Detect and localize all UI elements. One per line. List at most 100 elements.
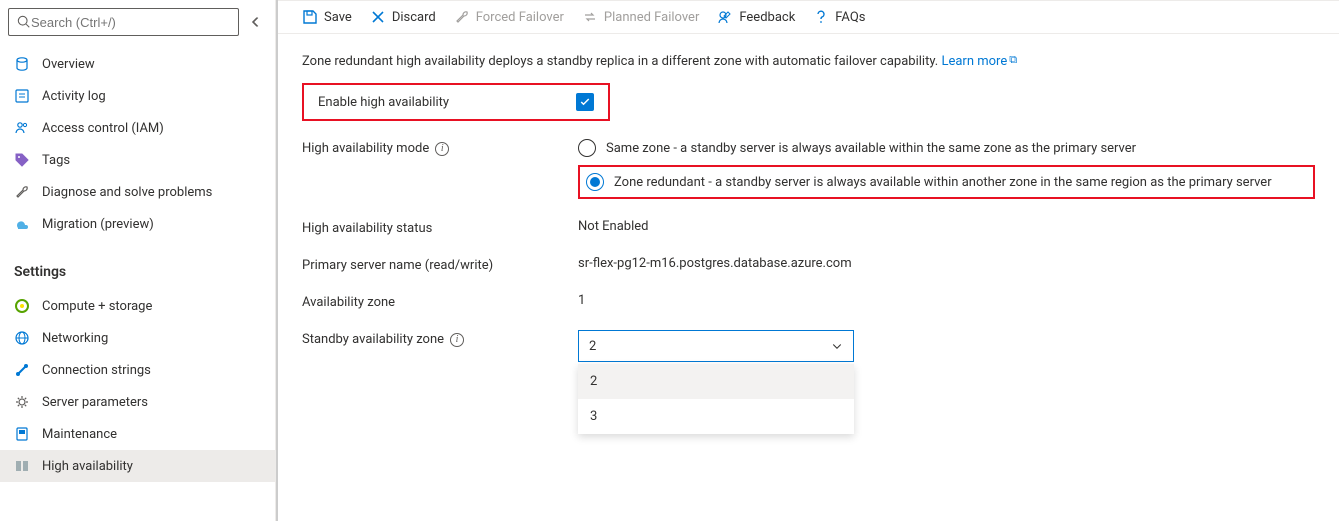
toolbar-label: Forced Failover [476,10,564,25]
toolbar-label: Discard [392,10,436,25]
collapse-sidebar-button[interactable] [247,12,267,32]
sidebar-item-overview[interactable]: Overview [0,48,275,80]
sidebar-item-label: Compute + storage [42,299,152,314]
main-content: Save Discard Forced Failover Planned Fai… [276,0,1339,521]
toolbar-label: Feedback [739,10,795,25]
toolbar-label: Save [324,10,352,25]
ha-status-row: High availability status Not Enabled [302,219,1315,236]
sidebar-item-connection-strings[interactable]: Connection strings [0,354,275,386]
select-option[interactable]: 2 [578,364,854,399]
learn-more-label: Learn more [941,54,1007,69]
compute-icon [14,298,30,314]
chevron-down-icon [831,340,843,352]
search-box[interactable] [8,8,239,36]
learn-more-link[interactable]: Learn more⧉ [941,54,1017,69]
connection-icon [14,362,30,378]
availability-zone-value: 1 [578,293,585,308]
wrench-icon [14,184,30,200]
ha-mode-label: High availability mode i [302,139,578,156]
sidebar-item-compute-storage[interactable]: Compute + storage [0,290,275,322]
forced-failover-button: Forced Failover [454,9,564,25]
standby-zone-label: Standby availability zone i [302,330,578,347]
feedback-icon [717,9,733,25]
log-icon [14,88,30,104]
enable-ha-checkbox[interactable] [576,93,594,111]
nav-list-main: Overview Activity log Access control (IA… [0,44,275,252]
sidebar-item-networking[interactable]: Networking [0,322,275,354]
enable-ha-label: Enable high availability [318,95,449,110]
sidebar-item-label: Migration (preview) [42,217,154,232]
primary-server-label: Primary server name (read/write) [302,256,578,273]
availability-zone-row: Availability zone 1 [302,293,1315,310]
server-icon [14,56,30,72]
ha-icon [14,458,30,474]
sidebar-item-diagnose[interactable]: Diagnose and solve problems [0,176,275,208]
info-icon[interactable]: i [435,142,449,156]
sidebar-item-label: Networking [42,331,108,346]
standby-zone-row: Standby availability zone i 2 2 3 [302,330,1315,434]
radio-label: Zone redundant - a standby server is alw… [614,175,1272,190]
sidebar-item-label: Server parameters [42,395,148,410]
external-link-icon: ⧉ [1009,53,1017,66]
faqs-button[interactable]: FAQs [813,9,865,25]
sidebar-item-label: Tags [42,153,70,168]
standby-zone-select[interactable]: 2 [578,330,854,362]
enable-ha-row: Enable high availability [302,83,610,121]
sidebar-item-maintenance[interactable]: Maintenance [0,418,275,450]
swap-icon [582,9,598,25]
standby-zone-control: 2 2 3 [578,330,854,434]
discard-button[interactable]: Discard [370,9,436,25]
save-button[interactable]: Save [302,9,352,25]
sidebar-item-label: Diagnose and solve problems [42,185,212,200]
planned-failover-button: Planned Failover [582,9,699,25]
toolbar: Save Discard Forced Failover Planned Fai… [278,0,1339,34]
failover-icon [454,9,470,25]
ha-description: Zone redundant high availability deploys… [302,34,1315,83]
save-icon [302,9,318,25]
select-value: 2 [589,339,596,354]
sidebar-item-high-availability[interactable]: High availability [0,450,275,482]
standby-zone-dropdown: 2 3 [578,364,854,434]
ha-status-value: Not Enabled [578,219,649,234]
sidebar: Overview Activity log Access control (IA… [0,0,276,521]
sidebar-item-label: Activity log [42,89,106,104]
sidebar-item-label: High availability [42,459,133,474]
sidebar-item-activity-log[interactable]: Activity log [0,80,275,112]
toolbar-label: Planned Failover [604,10,699,25]
sidebar-item-label: Access control (IAM) [42,121,164,136]
sidebar-section-settings: Settings [0,252,275,286]
info-icon[interactable]: i [450,333,464,347]
sidebar-item-label: Connection strings [42,363,151,378]
primary-server-value: sr-flex-pg12-m16.postgres.database.azure… [578,256,852,271]
ha-mode-label-text: High availability mode [302,141,429,156]
gear-icon [14,394,30,410]
radio-icon [578,139,596,157]
sidebar-item-server-parameters[interactable]: Server parameters [0,386,275,418]
ha-status-label: High availability status [302,219,578,236]
search-input[interactable] [31,15,230,30]
sidebar-item-label: Overview [42,57,95,72]
close-icon [370,9,386,25]
question-icon [813,9,829,25]
description-text: Zone redundant high availability deploys… [302,54,941,69]
ha-mode-option-zone-redundant[interactable]: Zone redundant - a standby server is alw… [586,173,1303,191]
toolbar-label: FAQs [835,10,865,25]
globe-icon [14,330,30,346]
sidebar-item-migration[interactable]: Migration (preview) [0,208,275,240]
tag-icon [14,152,30,168]
radio-icon [586,173,604,191]
ha-mode-options: Same zone - a standby server is always a… [578,139,1315,199]
people-icon [14,120,30,136]
sidebar-item-label: Maintenance [42,427,117,442]
radio-label: Same zone - a standby server is always a… [606,141,1136,156]
search-icon [17,15,31,29]
sidebar-item-tags[interactable]: Tags [0,144,275,176]
ha-mode-row: High availability mode i Same zone - a s… [302,139,1315,199]
ha-mode-highlight: Zone redundant - a standby server is alw… [578,165,1315,199]
sidebar-item-access-control[interactable]: Access control (IAM) [0,112,275,144]
feedback-button[interactable]: Feedback [717,9,795,25]
select-option[interactable]: 3 [578,399,854,434]
nav-list-settings: Compute + storage Networking Connection … [0,286,275,494]
ha-mode-option-same-zone[interactable]: Same zone - a standby server is always a… [578,139,1315,157]
maintenance-icon [14,426,30,442]
